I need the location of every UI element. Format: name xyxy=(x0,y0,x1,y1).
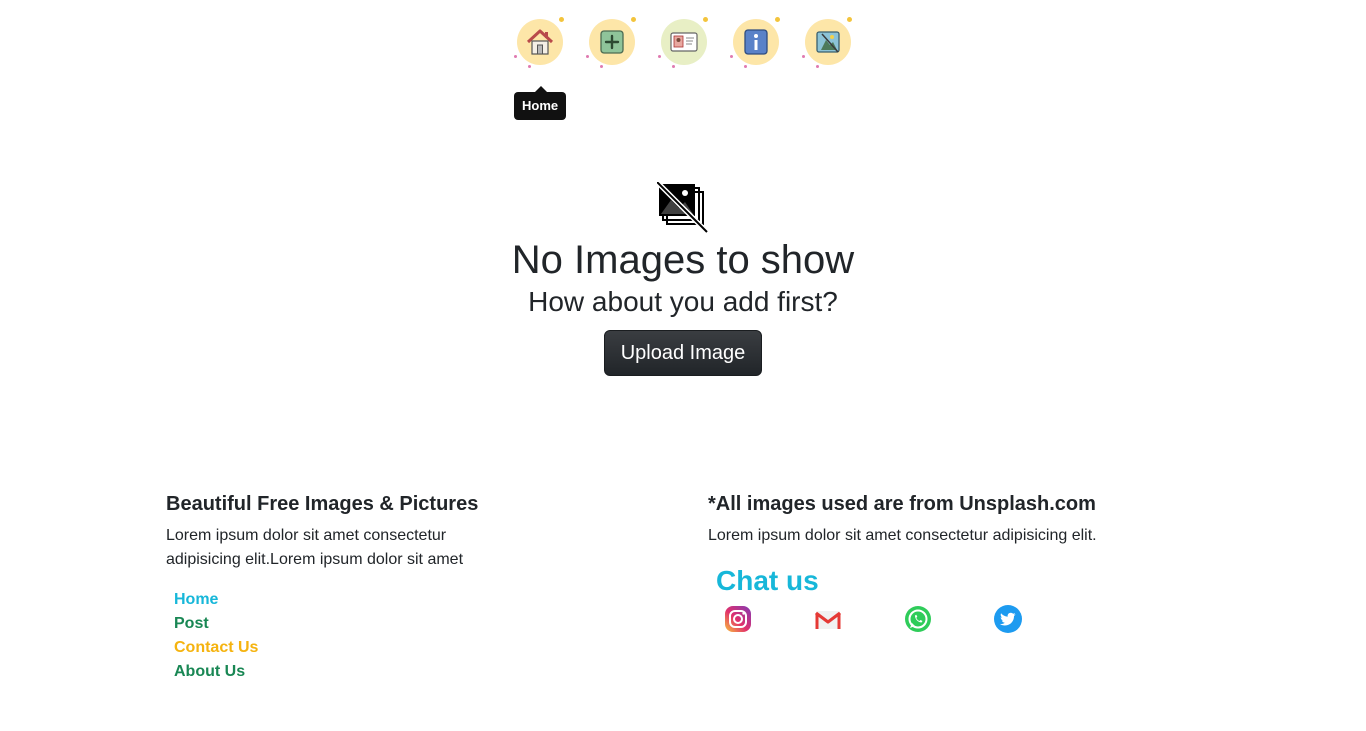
add-post-icon xyxy=(600,30,624,54)
social-links xyxy=(723,604,1208,634)
nav-gallery-button[interactable] xyxy=(802,16,854,68)
footer-heading: Beautiful Free Images & Pictures xyxy=(166,493,479,515)
footer-link-contact[interactable]: Contact Us xyxy=(174,639,258,656)
whatsapp-icon xyxy=(905,606,931,632)
nav-home-button[interactable] xyxy=(514,16,566,68)
nav-contact-button[interactable] xyxy=(658,16,710,68)
instagram-icon xyxy=(725,606,751,632)
whatsapp-link[interactable] xyxy=(903,604,933,634)
chat-us-heading: Chat us xyxy=(716,565,819,596)
nav-tooltip: Home xyxy=(514,86,567,120)
footer-description: Lorem ipsum dolor sit amet consectetur a… xyxy=(166,527,464,568)
gmail-icon xyxy=(815,611,841,629)
instagram-link[interactable] xyxy=(723,604,753,634)
credits-heading: *All images used are from Unsplash.com xyxy=(708,493,1096,515)
home-icon xyxy=(526,29,554,55)
contact-card-icon xyxy=(670,32,698,52)
top-nav xyxy=(514,16,854,68)
empty-state-title: No Images to show xyxy=(511,238,855,282)
footer-link-home[interactable]: Home xyxy=(174,591,218,608)
gmail-link[interactable] xyxy=(813,604,843,634)
no-images-icon xyxy=(657,182,709,234)
footer-about: Beautiful Free Images & Pictures Lorem i… xyxy=(166,492,496,684)
empty-state: No Images to show How about you add firs… xyxy=(0,182,1366,376)
nav-about-button[interactable] xyxy=(730,16,782,68)
upload-image-button[interactable]: Upload Image xyxy=(603,330,763,376)
footer-credits: *All images used are from Unsplash.com L… xyxy=(708,492,1208,634)
nav-add-post-button[interactable] xyxy=(586,16,638,68)
empty-state-subtitle: How about you add first? xyxy=(528,286,838,317)
credits-description: Lorem ipsum dolor sit amet consectetur a… xyxy=(708,527,1097,544)
info-icon xyxy=(744,29,768,55)
footer-link-post[interactable]: Post xyxy=(174,615,209,632)
twitter-icon xyxy=(994,605,1022,633)
footer-link-about[interactable]: About Us xyxy=(174,663,245,680)
gallery-icon xyxy=(816,31,840,53)
twitter-link[interactable] xyxy=(993,604,1023,634)
footer-links: Home Post Contact Us About Us xyxy=(174,588,496,684)
